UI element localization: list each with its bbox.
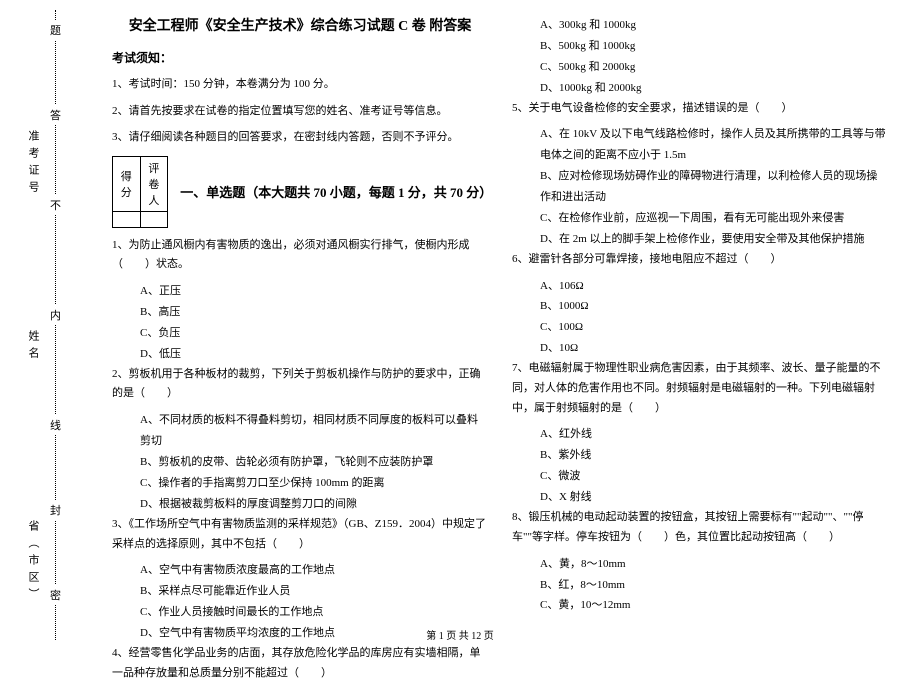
question-stem: 2、剪板机用于各种板材的裁剪，下列关于剪板机操作与防护的要求中，正确的是（ ） [112,365,488,405]
score-table: 得分 评卷人 [112,156,168,228]
option: C、作业人员接触时间最长的工作地点 [112,602,488,623]
seal-char: 不 [50,195,61,215]
notice-item: 2、请首先按要求在试卷的指定位置填写您的姓名、准考证号等信息。 [112,103,488,120]
seal-char: 内 [50,305,61,325]
option: A、不同材质的板料不得叠料剪切，相同材质不同厚度的板料可以叠料剪切 [112,410,488,452]
notice-item: 3、请仔细阅读各种题目的回答要求，在密封线内答题，否则不予评分。 [112,129,488,146]
option: B、1000Ω [512,296,888,317]
option: D、根据被裁剪板料的厚度调整剪刀口的间隙 [112,494,488,515]
option: A、黄，8～10mm [512,554,888,575]
score-row: 得分 评卷人 一、单选题（本大题共 70 小题，每题 1 分，共 70 分） [112,156,488,228]
option: C、500kg 和 2000kg [512,57,888,78]
label-name: 姓名 [25,330,41,364]
question-stem: 5、关于电气设备检修的安全要求，描述错误的是（ ） [512,99,888,119]
seal-char: 密 [50,585,61,605]
column-left: 安全工程师《安全生产技术》综合练习试题 C 卷 附答案 考试须知： 1、考试时间… [100,15,500,689]
option: D、10Ω [512,338,888,359]
option: A、红外线 [512,424,888,445]
exam-title: 安全工程师《安全生产技术》综合练习试题 C 卷 附答案 [112,15,488,35]
option: D、X 射线 [512,487,888,508]
score-header-grader: 评卷人 [140,156,168,211]
option: A、106Ω [512,276,888,297]
notice-item: 1、考试时间：150 分钟，本卷满分为 100 分。 [112,76,488,93]
score-cell [113,211,141,227]
option: A、空气中有害物质浓度最高的工作地点 [112,560,488,581]
page-footer: 第 1 页 共 12 页 [0,627,920,642]
question-stem: 7、电磁辐射属于物理性职业病危害因素，由于其频率、波长、量子能量的不同，对人体的… [512,359,888,418]
question-stem: 6、避雷针各部分可靠焊接，接地电阻应不超过（ ） [512,250,888,270]
question-stem: 8、锻压机械的电动起动装置的按钮盒，其按钮上需要标有""起动""、""停车""等… [512,508,888,548]
option: B、高压 [112,302,488,323]
column-right: A、300kg 和 1000kg B、500kg 和 1000kg C、500k… [500,15,900,689]
option: C、100Ω [512,317,888,338]
seal-char: 题 [50,20,61,40]
notice-heading: 考试须知： [112,49,488,66]
question-stem: 3、《工作场所空气中有害物质监测的采样规范》（GB、Z159．2004）中规定了… [112,515,488,555]
label-province: 省（市区） [25,520,41,605]
binding-margin: 省（市区） 姓名 准考证号 密 封 线 内 不 答 题 [0,0,100,650]
option: B、500kg 和 1000kg [512,36,888,57]
option: D、在 2m 以上的脚手架上检修作业，要使用安全带及其他保护措施 [512,229,888,250]
option: D、1000kg 和 2000kg [512,78,888,99]
seal-char: 封 [50,500,61,520]
option: C、黄，10～12mm [512,595,888,616]
option: D、低压 [112,344,488,365]
label-exam-id: 准考证号 [25,130,41,198]
option: C、操作者的手指离剪刀口至少保持 100mm 的距离 [112,473,488,494]
grader-cell [140,211,168,227]
option: A、在 10kV 及以下电气线路检修时，操作人员及其所携带的工具等与带电体之间的… [512,124,888,166]
option: C、在检修作业前，应巡视一下周围，看有无可能出现外来侵害 [512,208,888,229]
option: A、300kg 和 1000kg [512,15,888,36]
page-content: 安全工程师《安全生产技术》综合练习试题 C 卷 附答案 考试须知： 1、考试时间… [100,15,910,689]
part1-title: 一、单选题（本大题共 70 小题，每题 1 分，共 70 分） [180,182,488,201]
option: C、负压 [112,323,488,344]
option: B、应对检修现场妨碍作业的障碍物进行清理，以利检修人员的现场操作和进出活动 [512,166,888,208]
option: B、紫外线 [512,445,888,466]
question-stem: 1、为防止通风橱内有害物质的逸出，必须对通风橱实行排气，使橱内形成（ ）状态。 [112,236,488,276]
option: C、微波 [512,466,888,487]
option: B、采样点尽可能靠近作业人员 [112,581,488,602]
option: A、正压 [112,281,488,302]
score-header-score: 得分 [113,156,141,211]
seal-char: 线 [50,415,61,435]
option: B、剪板机的皮带、齿轮必须有防护罩，飞轮则不应装防护罩 [112,452,488,473]
option: B、红，8～10mm [512,575,888,596]
seal-char: 答 [50,105,61,125]
